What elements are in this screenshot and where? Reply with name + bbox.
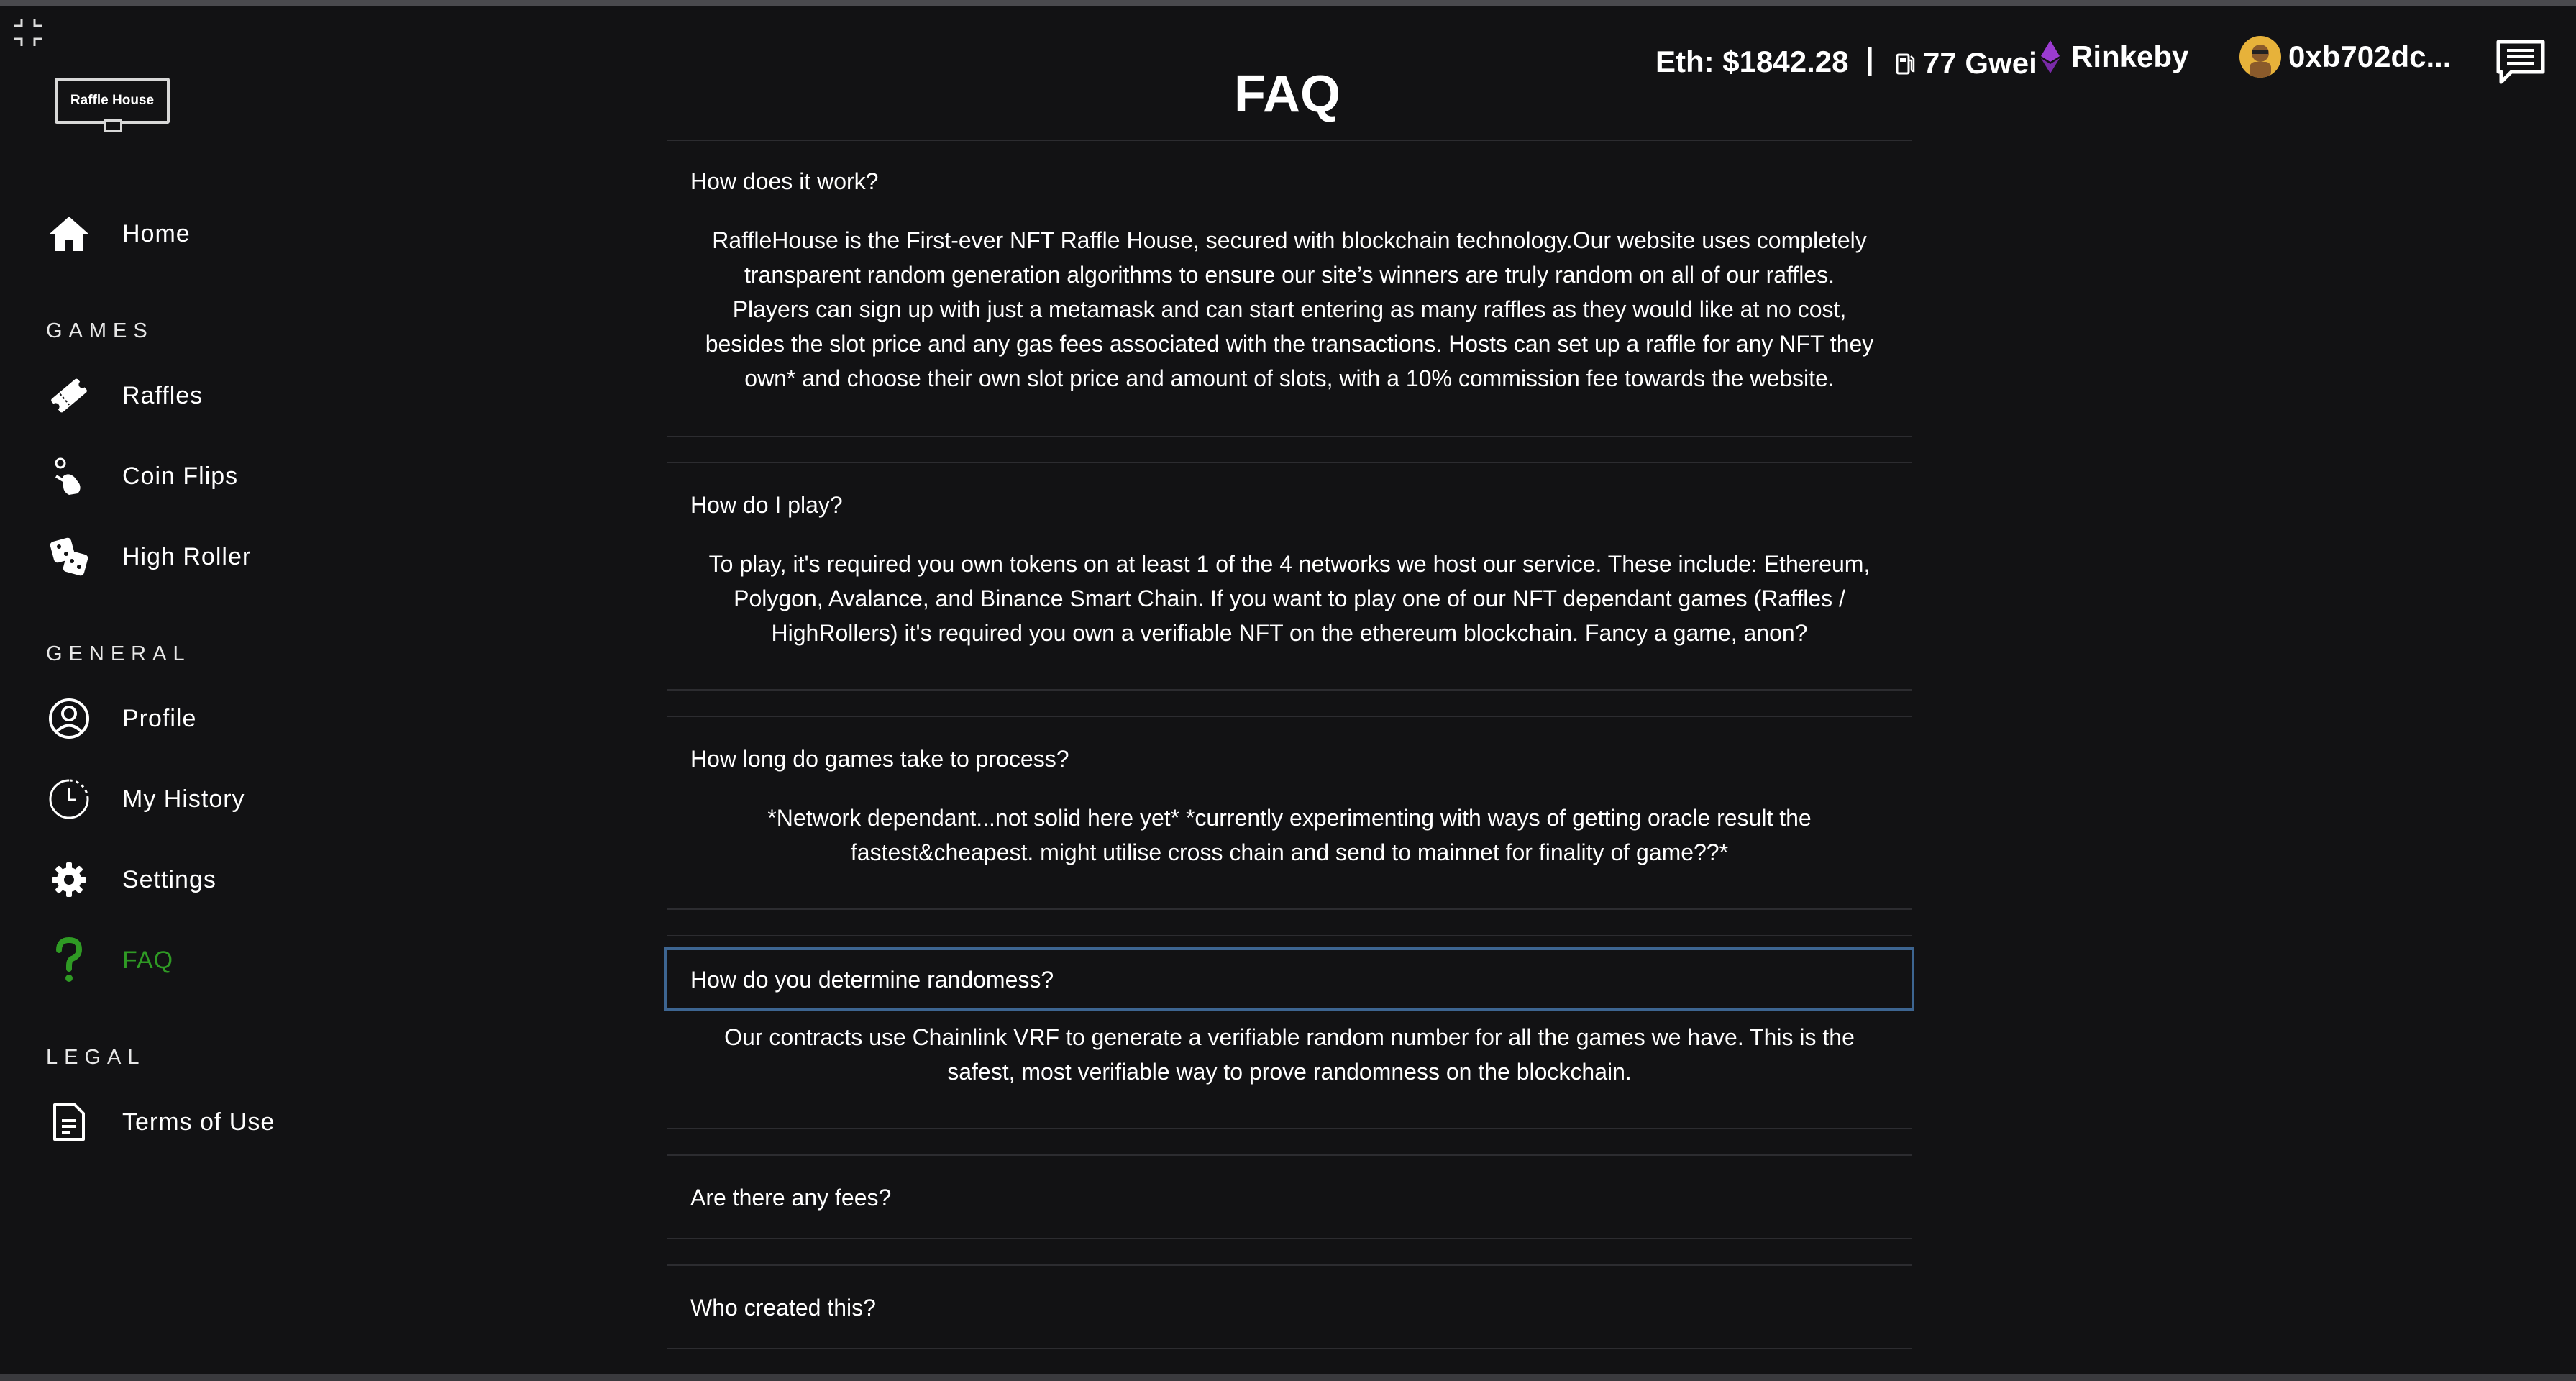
faq-question[interactable]: How does it work?: [690, 168, 878, 195]
sidebar-item-label: Profile: [122, 704, 197, 732]
dice-icon: [45, 532, 93, 581]
sidebar-item-label: Settings: [122, 865, 216, 893]
sidebar-item-faq[interactable]: FAQ: [45, 935, 173, 985]
faq-answer-line: HighRollers) it's required you own a ver…: [771, 620, 1808, 646]
faq-item-how-do-i-play: How do I play? To play, it's required yo…: [667, 462, 1912, 690]
logo[interactable]: Raffle House: [55, 78, 175, 134]
eth-price: Eth: $1842.28: [1655, 45, 1849, 78]
faq-item-who-created[interactable]: Who created this?: [667, 1264, 1912, 1349]
faq-answer-line: *Network dependant...not solid here yet*…: [767, 805, 1812, 831]
logo-text: Raffle House: [55, 78, 170, 124]
sidebar-item-coin-flips[interactable]: Coin Flips: [45, 451, 238, 501]
faq-question[interactable]: Are there any fees?: [690, 1185, 891, 1211]
window-top-border: [0, 0, 2576, 6]
sidebar-item-terms-of-use[interactable]: Terms of Use: [45, 1097, 275, 1147]
gear-icon: [45, 855, 93, 904]
section-header-general: GENERAL: [46, 642, 191, 665]
faq-answer-line: RaffleHouse is the First-ever NFT Raffle…: [712, 227, 1867, 253]
avatar: [2239, 36, 2281, 78]
ethereum-icon: [2040, 39, 2061, 75]
chat-icon[interactable]: [2495, 39, 2546, 86]
section-header-games: GAMES: [46, 319, 154, 342]
sidebar-item-settings[interactable]: Settings: [45, 854, 216, 905]
gas-value: 77 Gwei: [1923, 46, 2037, 80]
faq-answer-line: Our contracts use Chainlink VRF to gener…: [724, 1024, 1855, 1050]
faq-answer: *Network dependant...not solid here yet*…: [689, 801, 1890, 870]
question-icon: [45, 936, 93, 985]
faq-item-randomness: How do you determine randomess? Our cont…: [664, 935, 1914, 1129]
sidebar-item-raffles[interactable]: Raffles: [45, 370, 203, 421]
faq-question[interactable]: How long do games take to process?: [690, 746, 1069, 772]
network-selector[interactable]: Rinkeby: [2040, 39, 2188, 75]
faq-answer-line: fastest&cheapest. might utilise cross ch…: [850, 839, 1729, 865]
header-separator: |: [1865, 42, 1874, 76]
sidebar-item-label: My History: [122, 785, 245, 813]
faq-item-fees[interactable]: Are there any fees?: [667, 1154, 1912, 1239]
section-header-legal: LEGAL: [46, 1046, 146, 1069]
wallet-address: 0xb702dc...: [2288, 40, 2452, 73]
faq-question[interactable]: How do I play?: [690, 492, 843, 519]
faq-answer-line: own* and choose their own slot price and…: [744, 365, 1835, 391]
faq-answer-line: safest, most verifiable way to prove ran…: [947, 1059, 1632, 1085]
faq-answer: Our contracts use Chainlink VRF to gener…: [689, 1020, 1890, 1089]
faq-answer-line: To play, it's required you own tokens on…: [708, 551, 1871, 577]
faq-answer: To play, it's required you own tokens on…: [689, 547, 1890, 650]
clock-history-icon: [45, 775, 93, 824]
faq-answer-line: besides the slot price and any gas fees …: [705, 331, 1874, 357]
sidebar-item-label: Terms of Use: [122, 1108, 275, 1136]
sidebar-item-label: High Roller: [122, 542, 252, 570]
window-bottom-border: [0, 1374, 2576, 1381]
user-circle-icon: [45, 694, 93, 743]
document-icon: [45, 1098, 93, 1147]
gas-price: 77 Gwei: [1896, 46, 2037, 81]
exit-fullscreen-icon[interactable]: [13, 17, 43, 47]
home-icon: [45, 209, 93, 258]
sidebar-item-label: FAQ: [122, 946, 174, 974]
faq-answer-line: Players can sign up with just a metamask…: [732, 296, 1847, 322]
faq-item-how-does-it-work: How does it work? RaffleHouse is the Fir…: [667, 140, 1912, 437]
faq-answer-line: Polygon, Avalance, and Binance Smart Cha…: [734, 585, 1845, 611]
sidebar-item-label: Coin Flips: [122, 462, 239, 490]
faq-answer: RaffleHouse is the First-ever NFT Raffle…: [689, 223, 1890, 396]
sidebar-item-high-roller[interactable]: High Roller: [45, 532, 251, 582]
sidebar-item-label: Raffles: [122, 381, 204, 409]
sidebar-item-profile[interactable]: Profile: [45, 693, 196, 744]
faq-answer-line: transparent random generation algorithms…: [744, 262, 1835, 288]
page-title: FAQ: [1233, 65, 1340, 123]
gas-pump-icon: [1896, 52, 1916, 75]
faq-question[interactable]: Who created this?: [690, 1295, 876, 1321]
network-name: Rinkeby: [2071, 40, 2189, 73]
sidebar-item-label: Home: [122, 219, 191, 247]
faq-item-how-long-games: How long do games take to process? *Netw…: [667, 716, 1912, 910]
logo-base-decoration: [104, 119, 122, 132]
ticket-icon: [45, 371, 93, 420]
wallet-button[interactable]: 0xb702dc...: [2239, 36, 2451, 78]
sidebar-item-my-history[interactable]: My History: [45, 774, 245, 824]
sidebar-item-home[interactable]: Home: [45, 209, 191, 259]
coin-flip-icon: [45, 452, 93, 501]
faq-question[interactable]: How do you determine randomess?: [690, 967, 1054, 993]
